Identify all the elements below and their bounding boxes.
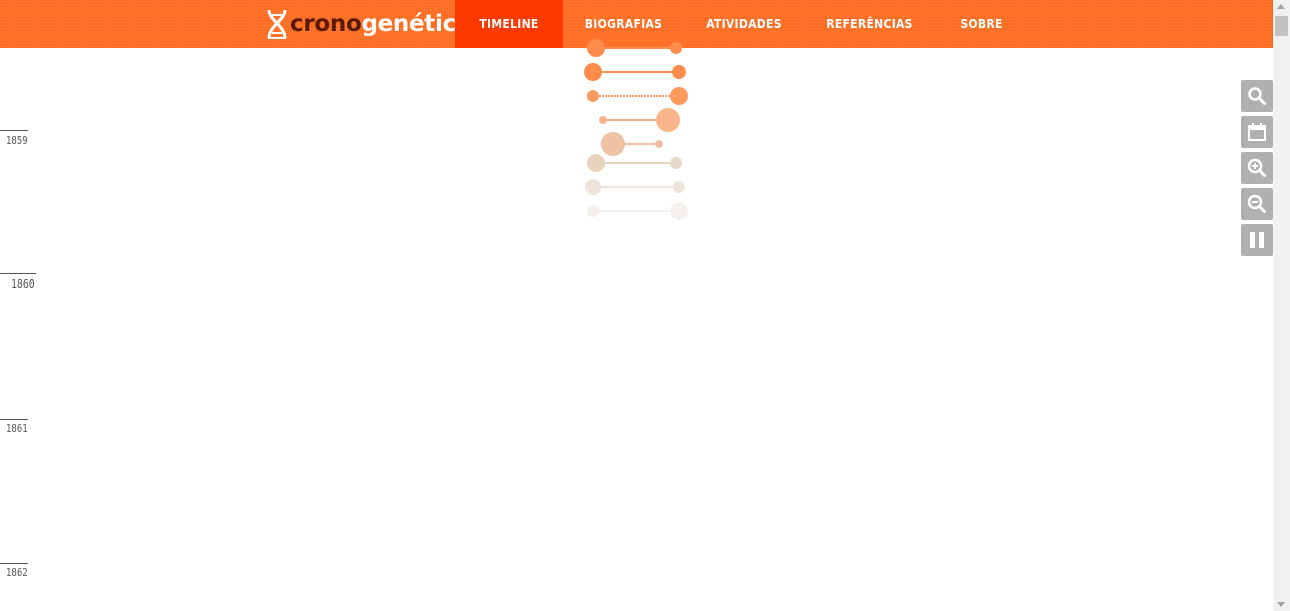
- pause-icon: [1250, 232, 1264, 248]
- year-tick: [0, 419, 28, 420]
- nav-referencias[interactable]: REFERÊNCIAS: [804, 0, 935, 48]
- logo-text: cronogenética: [290, 10, 471, 37]
- scroll-down-arrow-icon[interactable]: [1277, 602, 1285, 607]
- calendar-button[interactable]: [1241, 116, 1273, 148]
- pause-button[interactable]: [1241, 224, 1273, 256]
- dna-logo-icon: [267, 9, 287, 39]
- year-tick: [0, 563, 28, 564]
- search-icon: [1248, 87, 1266, 105]
- search-button[interactable]: [1241, 80, 1273, 112]
- year-label: 1859: [6, 134, 28, 147]
- calendar-icon: [1248, 123, 1266, 141]
- logo-prefix: crono: [290, 10, 362, 37]
- nav-atividades[interactable]: ATIVIDADES: [684, 0, 804, 48]
- nav-timeline[interactable]: TIMELINE: [455, 0, 563, 48]
- nav-sobre[interactable]: SOBRE: [935, 0, 1028, 48]
- year-label: 1861: [6, 422, 28, 435]
- zoom-in-icon: [1247, 158, 1266, 177]
- scroll-up-arrow-icon[interactable]: [1277, 4, 1285, 9]
- zoom-out-icon: [1247, 194, 1266, 213]
- zoom-out-button[interactable]: [1241, 188, 1273, 220]
- logo[interactable]: cronogenética: [266, 6, 471, 42]
- year-tick: [0, 130, 28, 131]
- year-label: 1860: [11, 277, 35, 291]
- main-nav: TIMELINE BIOGRAFIAS ATIVIDADES REFERÊNCI…: [455, 0, 1028, 48]
- scroll-thumb[interactable]: [1275, 16, 1288, 36]
- zoom-in-button[interactable]: [1241, 152, 1273, 184]
- timeline-toolbar: [1241, 80, 1273, 256]
- year-tick: [0, 273, 36, 274]
- year-label: 1862: [6, 566, 28, 579]
- vertical-scrollbar[interactable]: [1273, 0, 1290, 611]
- dna-loading-icon: [578, 38, 696, 227]
